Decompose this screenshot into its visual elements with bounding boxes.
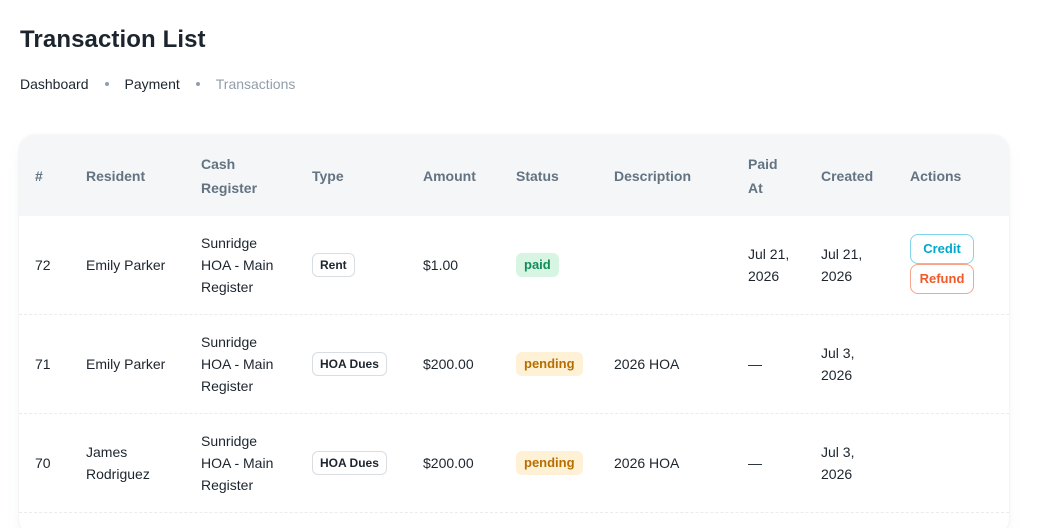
row-created-line2: 2026: [821, 367, 853, 383]
row-register-line1: Sunridge: [201, 433, 258, 449]
refund-button[interactable]: Refund: [910, 264, 974, 294]
row-resident: Emily Parker: [86, 356, 166, 372]
table-row[interactable]: 72 Emily Parker Sunridge HOA - Main Regi…: [19, 216, 1009, 315]
status-badge: paid: [516, 253, 559, 277]
row-register-line2: HOA - Main: [201, 257, 274, 273]
row-id: 72: [35, 257, 51, 273]
row-created-line2: 2026: [821, 268, 853, 284]
row-amount: $1.00: [423, 257, 459, 273]
row-register-line1: Sunridge: [201, 334, 258, 350]
header-type[interactable]: Type: [312, 164, 344, 188]
row-register-line3: Register: [201, 477, 254, 493]
credit-button[interactable]: Credit: [910, 234, 974, 264]
header-paid-at-line1[interactable]: Paid: [748, 152, 778, 176]
row-register-line1: Sunridge: [201, 235, 258, 251]
header-actions: Actions: [910, 168, 962, 184]
header-cash-register-line2[interactable]: Register: [201, 176, 257, 200]
status-badge: pending: [516, 352, 583, 376]
header-description[interactable]: Description: [614, 164, 691, 188]
breadcrumb-transactions: Transactions: [215, 76, 296, 92]
header-created[interactable]: Created: [821, 164, 873, 188]
row-resident: Emily Parker: [86, 257, 166, 273]
row-created-line1: Jul 3,: [821, 345, 855, 361]
row-paid-at: —: [748, 455, 762, 471]
header-amount[interactable]: Amount: [423, 164, 476, 188]
type-chip: Rent: [312, 253, 355, 277]
row-register-line3: Register: [201, 378, 254, 394]
row-register-line2: HOA - Main: [201, 455, 274, 471]
row-resident-line2: Rodriguez: [86, 466, 150, 482]
header-cash-register-line1[interactable]: Cash: [201, 152, 235, 176]
row-paid-at: —: [748, 356, 762, 372]
row-register-line3: Register: [201, 279, 254, 295]
row-amount: $200.00: [423, 356, 474, 372]
row-created-line1: Jul 21,: [821, 246, 863, 262]
row-paid-at-line1: Jul 21,: [748, 246, 790, 262]
row-id: 70: [35, 455, 51, 471]
breadcrumb-separator: [195, 82, 200, 86]
breadcrumb: Dashboard Payment Transactions: [20, 76, 295, 92]
breadcrumb-payment[interactable]: Payment: [125, 76, 180, 92]
row-id: 71: [35, 356, 51, 372]
header-resident[interactable]: Resident: [86, 164, 145, 188]
table-row[interactable]: 70 James Rodriguez Sunridge HOA - Main R…: [19, 414, 1009, 513]
row-description: 2026 HOA: [614, 455, 680, 471]
transactions-table: # Resident Cash Register Type Amount Sta…: [19, 135, 1009, 528]
row-created-line1: Jul 3,: [821, 444, 855, 460]
table-row[interactable]: 71 Emily Parker Sunridge HOA - Main Regi…: [19, 315, 1009, 414]
breadcrumb-separator: [104, 82, 109, 86]
row-resident-line1: James: [86, 444, 128, 460]
header-id[interactable]: #: [35, 164, 43, 188]
type-chip: HOA Dues: [312, 352, 387, 376]
table-header: # Resident Cash Register Type Amount Sta…: [19, 135, 1009, 216]
page-title: Transaction List: [20, 26, 206, 53]
row-register-line2: HOA - Main: [201, 356, 274, 372]
status-badge: pending: [516, 451, 583, 475]
row-amount: $200.00: [423, 455, 474, 471]
type-chip: HOA Dues: [312, 451, 387, 475]
header-status[interactable]: Status: [516, 164, 559, 188]
header-paid-at-line2[interactable]: At: [748, 176, 763, 200]
page: Transaction List Dashboard Payment Trans…: [0, 0, 1045, 528]
row-paid-at-line2: 2026: [748, 268, 780, 284]
row-created-line2: 2026: [821, 466, 853, 482]
row-description: 2026 HOA: [614, 356, 680, 372]
breadcrumb-dashboard[interactable]: Dashboard: [20, 76, 89, 92]
